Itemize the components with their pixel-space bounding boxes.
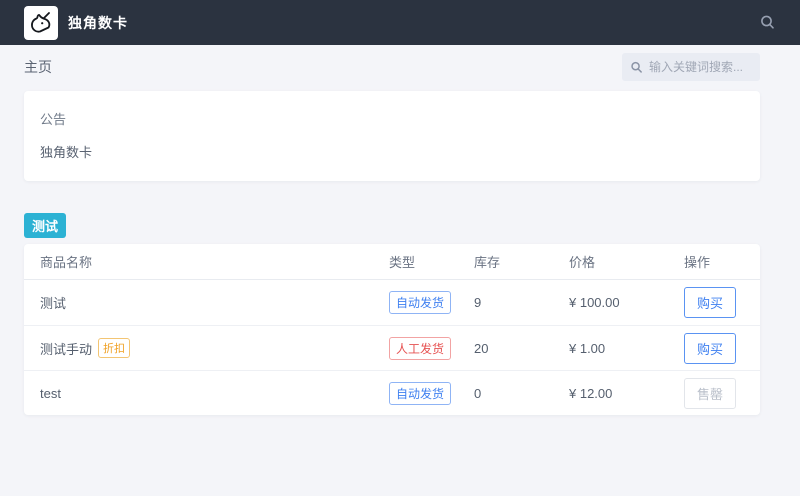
stock-value: 9 (474, 295, 569, 310)
announcement-content: 独角数卡 (40, 142, 744, 161)
delivery-type-badge: 自动发货 (389, 291, 451, 314)
col-header-stock: 库存 (474, 252, 569, 271)
product-name: test (40, 386, 61, 401)
col-header-name: 商品名称 (40, 252, 389, 271)
buy-button[interactable]: 购买 (684, 287, 736, 318)
stock-value: 20 (474, 341, 569, 356)
table-row: 测试手动 折扣 人工发货 20 ¥ 1.00 购买 (24, 325, 760, 370)
delivery-type-badge: 人工发货 (389, 337, 451, 360)
site-logo[interactable] (24, 6, 58, 40)
table-row: 测试 自动发货 9 ¥ 100.00 购买 (24, 280, 760, 325)
search-input[interactable] (649, 60, 752, 74)
announcement-card: 公告 独角数卡 (24, 91, 760, 181)
product-name: 测试手动 (40, 339, 92, 358)
price-value: ¥ 100.00 (569, 295, 684, 310)
col-header-action: 操作 (684, 252, 744, 271)
buy-button[interactable]: 购买 (684, 333, 736, 364)
product-table: 商品名称 类型 库存 价格 操作 测试 自动发货 9 ¥ 100.00 购买 测… (24, 244, 760, 415)
price-value: ¥ 1.00 (569, 341, 684, 356)
keyword-search-box[interactable] (622, 53, 760, 81)
announcement-title: 公告 (40, 109, 744, 128)
site-title: 独角数卡 (68, 13, 128, 33)
price-value: ¥ 12.00 (569, 386, 684, 401)
group-badge: 测试 (24, 213, 66, 238)
page-header-row: 主页 (24, 45, 760, 89)
product-name: 测试 (40, 293, 66, 312)
col-header-type: 类型 (389, 252, 474, 271)
search-icon (630, 61, 643, 74)
col-header-price: 价格 (569, 252, 684, 271)
table-header-row: 商品名称 类型 库存 价格 操作 (24, 244, 760, 280)
table-row: test 自动发货 0 ¥ 12.00 售罄 (24, 370, 760, 415)
discount-tag-badge: 折扣 (98, 338, 130, 358)
top-navbar: 独角数卡 (0, 0, 800, 45)
soldout-button: 售罄 (684, 378, 736, 409)
delivery-type-badge: 自动发货 (389, 382, 451, 405)
breadcrumb[interactable]: 主页 (24, 57, 52, 77)
stock-value: 0 (474, 386, 569, 401)
navbar-search-icon[interactable] (759, 14, 776, 31)
unicorn-icon (28, 10, 54, 36)
